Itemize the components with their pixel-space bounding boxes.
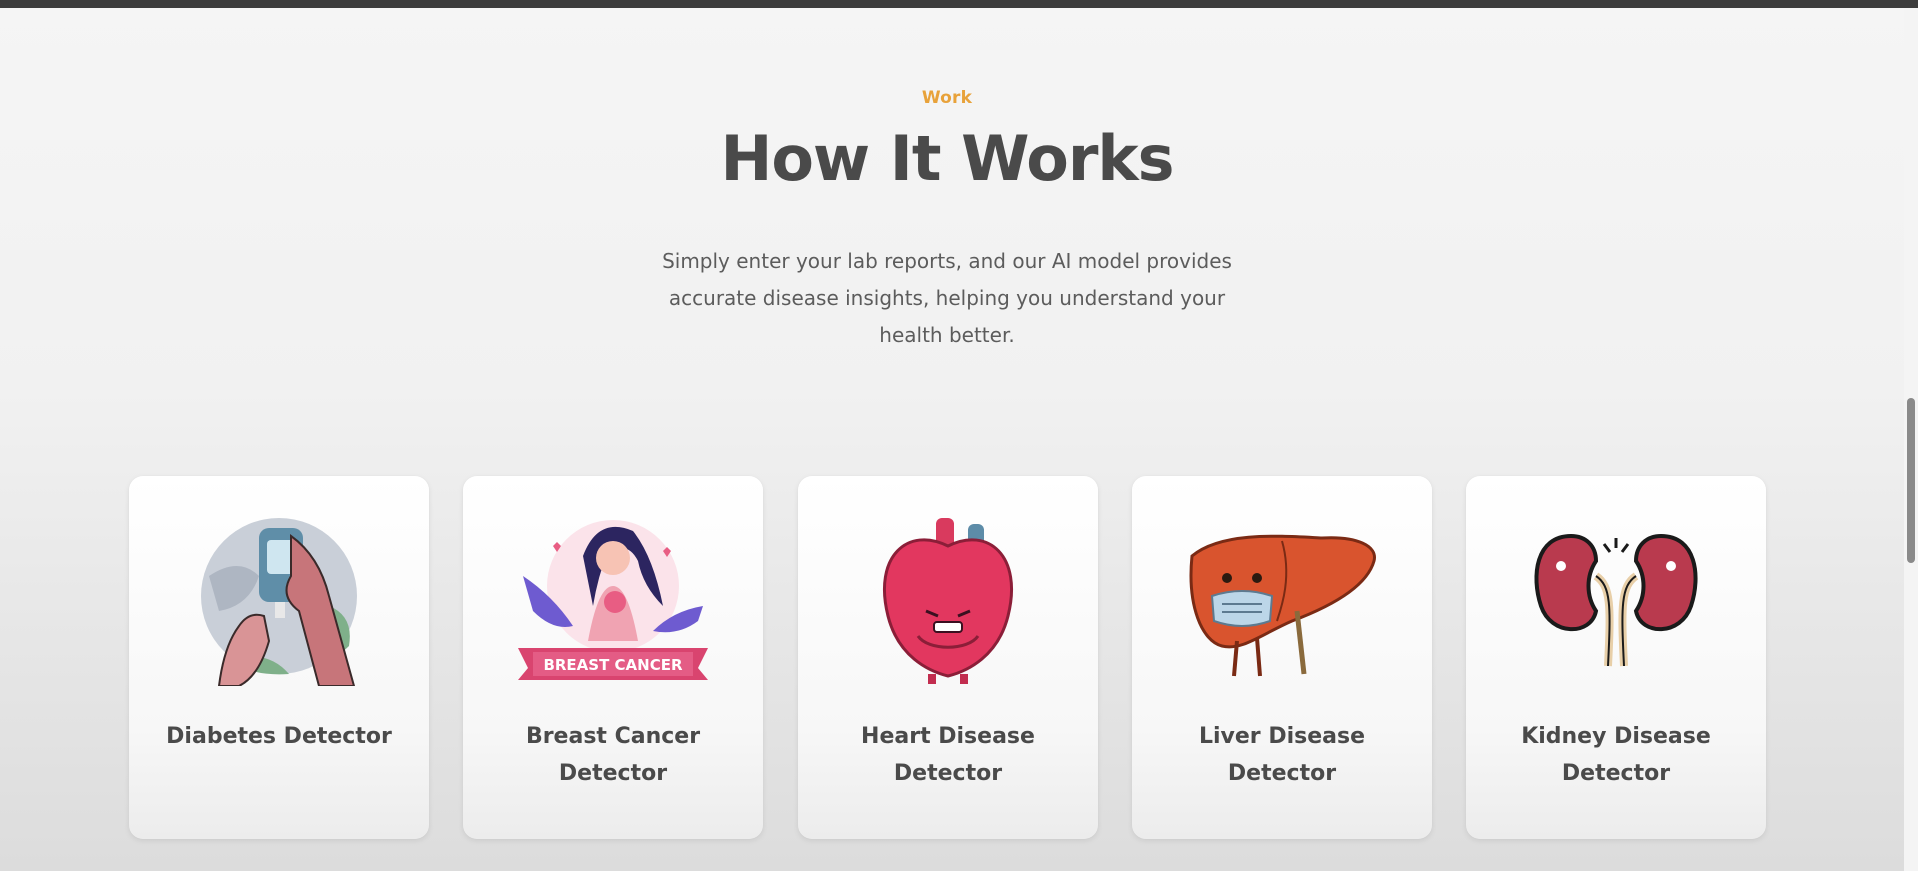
browser-top-bar [0,0,1918,8]
card-liver-disease-detector[interactable]: Liver Disease Detector [1132,476,1432,839]
liver-icon [1189,534,1376,677]
card-label: Heart Disease Detector [861,724,1035,786]
section-eyebrow: Work [921,88,973,108]
scrollbar-thumb[interactable] [1907,398,1915,563]
card-label: Kidney Disease Detector [1521,724,1711,786]
card-heart-disease-detector[interactable]: Heart Disease Detector [798,476,1098,839]
card-breast-cancer-detector[interactable]: BREAST CANCER Breast Cancer Detector [463,476,763,839]
glucose-meter-icon [201,518,357,686]
kidney-icon [1534,533,1698,667]
detector-cards: Diabetes Detector BREAST CANCER Breast C… [129,476,1766,839]
section-title: How It Works [720,122,1174,195]
heart-icon [882,518,1014,684]
scrollbar-track[interactable] [1904,8,1918,871]
card-label: Diabetes Detector [166,724,392,749]
svg-text:BREAST CANCER: BREAST CANCER [543,656,683,674]
card-label: Breast Cancer Detector [525,724,701,786]
breast-cancer-ribbon-icon: BREAST CANCER [518,520,708,680]
section-description: Simply enter your lab reports, and our A… [662,249,1232,347]
card-label: Liver Disease Detector [1198,724,1365,786]
card-kidney-disease-detector[interactable]: Kidney Disease Detector [1466,476,1766,839]
card-diabetes-detector[interactable]: Diabetes Detector [129,476,429,839]
